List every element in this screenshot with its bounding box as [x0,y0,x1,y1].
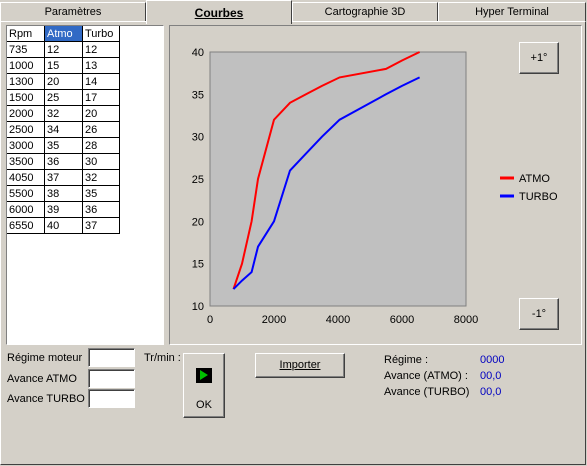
header-rpm[interactable]: Rpm [7,26,45,42]
table-cell[interactable]: 37 [82,217,120,234]
table-header-row: Rpm Atmo Turbo [7,26,120,42]
tab-parametres[interactable]: Paramètres [0,2,146,22]
atmo-readout-label: Avance (ATMO) : [384,370,468,382]
plus-one-degree-button[interactable]: +1° [519,42,559,74]
table-cell[interactable]: 30 [82,153,120,170]
play-icon [196,368,212,383]
table-cell[interactable]: 735 [7,41,45,58]
table-row[interactable]: 2500 34 26 [7,121,120,138]
regime-readout-value: 0000 [480,354,505,366]
minus-one-degree-button[interactable]: -1° [519,298,559,330]
table-cell[interactable]: 37 [44,169,83,186]
y-tick-label: 25 [192,174,204,186]
table-cell[interactable]: 12 [44,41,83,58]
table-cell[interactable]: 35 [82,185,120,202]
tab-label: Courbes [194,6,244,20]
table-cell[interactable]: 2000 [7,105,45,122]
table-cell[interactable]: 14 [82,73,120,90]
tab-cartographie-3d[interactable]: Cartographie 3D [292,2,438,22]
table-cell[interactable]: 39 [44,201,83,218]
y-tick-label: 20 [192,216,204,228]
tab-courbes[interactable]: Courbes [146,0,292,24]
table-row[interactable]: 1300 20 14 [7,73,120,90]
table-cell[interactable]: 6000 [7,201,45,218]
chart-frame: 0 2000 4000 6000 8000 10 15 20 25 30 35 40 ATMO TURBO… [169,25,582,345]
regime-readout-label: Régime : [384,354,429,366]
table-cell[interactable]: 5500 [7,185,45,202]
table-cell[interactable]: 20 [44,73,83,90]
table-row[interactable]: 735 12 12 [7,41,120,58]
table-row[interactable]: 6550 40 37 [7,217,120,234]
table-cell[interactable]: 1300 [7,73,45,90]
x-tick-label: 2000 [262,314,286,326]
table-cell[interactable]: 1500 [7,89,45,106]
regime-moteur-input[interactable] [88,348,135,367]
y-tick-label: 10 [192,301,204,313]
table-cell[interactable]: 4050 [7,169,45,186]
table-cell[interactable]: 13 [82,57,120,74]
table-cell[interactable]: 3000 [7,137,45,154]
table-cell[interactable]: 40 [44,217,83,234]
importer-button[interactable]: Importer [255,353,345,378]
table-cell[interactable]: 3500 [7,153,45,170]
table-cell[interactable]: 20 [82,105,120,122]
y-tick-label: 35 [192,89,204,101]
avance-turbo-label: Avance TURBO [7,393,85,405]
x-tick-label: 4000 [326,314,350,326]
header-turbo[interactable]: Turbo [82,26,120,42]
table-cell[interactable]: 6550 [7,217,45,234]
data-table-frame: Rpm Atmo Turbo 735 12 12 1000 15 13 1300 20 14 15… [6,25,164,345]
table-row[interactable]: 5500 38 35 [7,185,120,202]
table-row[interactable]: 3000 35 28 [7,137,120,154]
tab-panel: Rpm Atmo Turbo 735 12 12 1000 15 13 1300 20 14 15… [0,21,586,465]
turbo-readout-label: Avance (TURBO) [384,386,470,398]
avance-atmo-input[interactable] [88,369,135,388]
tab-label: Hyper Terminal [475,6,549,18]
x-tick-label: 8000 [454,314,478,326]
y-tick-label: 30 [192,132,204,144]
table-cell[interactable]: 38 [44,185,83,202]
table-cell[interactable]: 28 [82,137,120,154]
x-tick-label: 0 [207,314,213,326]
atmo-readout-value: 00,0 [480,370,502,382]
table-cell[interactable]: 26 [82,121,120,138]
table-cell[interactable]: 36 [44,153,83,170]
data-table[interactable]: Rpm Atmo Turbo 735 12 12 1000 15 13 1300 20 14 15… [7,26,120,234]
table-cell[interactable]: 2500 [7,121,45,138]
table-row[interactable]: 1500 25 17 [7,89,120,106]
table-cell[interactable]: 32 [82,169,120,186]
table-cell[interactable]: 32 [44,105,83,122]
table-cell[interactable]: 15 [44,57,83,74]
table-cell[interactable]: 12 [82,41,120,58]
avance-turbo-input[interactable] [88,389,135,408]
tab-hyper-terminal[interactable]: Hyper Terminal [438,2,586,22]
table-cell[interactable]: 25 [44,89,83,106]
ok-button[interactable]: OK [183,353,225,418]
avance-atmo-label: Avance ATMO [7,373,77,385]
turbo-readout-value: 00,0 [480,386,502,398]
header-atmo[interactable]: Atmo [44,26,83,42]
x-tick-label: 6000 [390,314,414,326]
y-tick-label: 40 [192,47,204,59]
ok-label: OK [196,399,212,411]
table-row[interactable]: 6000 39 36 [7,201,120,218]
table-cell[interactable]: 34 [44,121,83,138]
tr-min-label: Tr/min : [144,352,181,364]
legend-label-turbo: TURBO [519,191,558,203]
tab-label: Paramètres [44,6,102,18]
table-cell[interactable]: 35 [44,137,83,154]
table-row[interactable]: 4050 37 32 [7,169,120,186]
plot-area [209,51,467,307]
table-row[interactable]: 2000 32 20 [7,105,120,122]
tab-label: Cartographie 3D [324,6,406,18]
table-cell[interactable]: 17 [82,89,120,106]
legend-label-atmo: ATMO [519,173,550,185]
regime-moteur-label: Régime moteur [7,352,83,364]
y-tick-label: 15 [192,259,204,271]
table-cell[interactable]: 36 [82,201,120,218]
table-cell[interactable]: 1000 [7,57,45,74]
table-row[interactable]: 3500 36 30 [7,153,120,170]
table-row[interactable]: 1000 15 13 [7,57,120,74]
